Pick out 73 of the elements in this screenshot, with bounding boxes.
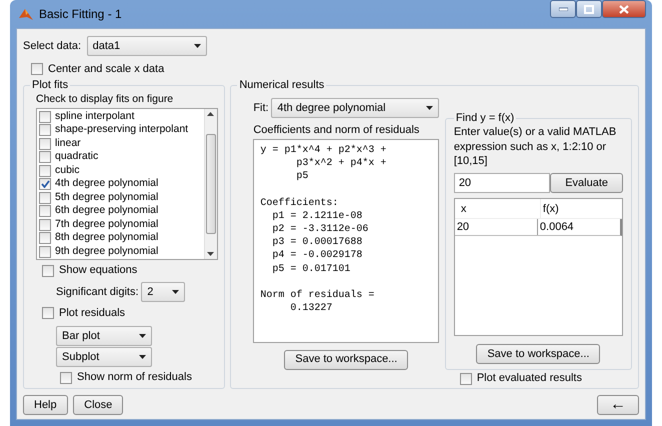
back-button[interactable]: ←	[597, 395, 639, 415]
minimize-icon	[558, 7, 568, 11]
checkbox[interactable]	[39, 218, 51, 231]
hint-text: Enter value(s) or a valid MATLAB expression such as x, 1:2:10 or [10,15]	[454, 125, 618, 168]
results-text: y = p1*x^4 + p2*x^3 + p3*x^2 + p4*x + p5 Coefficients: p1 = 2.1211e-08 p2 = -3.3112e-06 p3 = 0.00017688 p4 = -0.0029178 p5 = 0.017101 Norm of residuals = 0.13227	[253, 138, 440, 343]
scroll-down-icon	[207, 252, 214, 256]
table-cell-text: 20	[456, 220, 470, 236]
checkbox[interactable]	[39, 138, 51, 150]
checkbox[interactable]	[39, 192, 51, 204]
checkbox-label: Show norm of residuals	[77, 370, 192, 386]
maximize-button[interactable]	[576, 0, 602, 18]
checkbox[interactable]	[39, 124, 51, 136]
plot-type-dropdown[interactable]: Bar plot	[56, 326, 152, 346]
x-value-field[interactable]: 20	[454, 173, 550, 194]
checkbox[interactable]	[60, 372, 72, 384]
checkbox[interactable]	[39, 151, 51, 164]
scroll-up-icon	[207, 112, 214, 116]
fit-option: 6th degree polynomial	[55, 203, 158, 220]
scrollbar[interactable]	[204, 108, 217, 260]
data-dropdown[interactable]: data1	[86, 36, 207, 56]
checkbox-label: Plot evaluated results	[476, 371, 582, 386]
select-data-label: Select data:	[23, 38, 82, 54]
layout-dropdown[interactable]: Subplot	[56, 347, 152, 368]
fit-option: shape-preserving interpolant	[55, 122, 188, 138]
checkbox[interactable]	[39, 232, 51, 244]
caret-icon	[139, 355, 146, 360]
caret-icon	[194, 44, 201, 48]
fit-option: 9th degree polynomial	[55, 244, 158, 260]
checkbox-label: Center and scale x data	[48, 62, 164, 77]
caret-icon	[139, 334, 146, 338]
save-to-workspace-button[interactable]: Save to workspace...	[476, 344, 600, 364]
checkbox[interactable]	[42, 264, 54, 277]
window-title: Basic Fitting - 1	[39, 6, 122, 23]
caret-icon	[172, 290, 180, 294]
minimize-button[interactable]	[550, 0, 576, 18]
coefficients-label: Coefficients and norm of residuals	[253, 123, 420, 138]
close-button[interactable]	[602, 0, 646, 18]
close-button[interactable]: Close	[73, 395, 124, 415]
list-hint: Check to display fits on figure	[35, 92, 174, 108]
checkbox-label: Plot residuals	[59, 306, 126, 321]
close-icon	[619, 4, 629, 14]
help-button[interactable]: Help	[23, 395, 68, 415]
fit-option: 7th degree polynomial	[55, 216, 158, 233]
panel-title: Find y = f(x)	[454, 112, 516, 126]
fit-option: 8th degree polynomial	[55, 230, 158, 246]
fit-option: 5th degree polynomial	[55, 190, 158, 206]
checkbox[interactable]	[39, 205, 51, 218]
checkbox[interactable]	[31, 63, 43, 75]
maximize-icon	[584, 4, 594, 14]
fit-option: spline interpolant	[55, 108, 134, 125]
fit-dropdown[interactable]: 4th degree polynomial	[271, 98, 440, 118]
column-header: x	[460, 202, 468, 217]
caret-icon	[426, 106, 434, 110]
checkbox[interactable]	[39, 246, 51, 258]
panel-title: Numerical results	[238, 79, 326, 92]
column-header: f(x)	[540, 199, 622, 218]
fit-option: linear	[55, 136, 81, 152]
checkbox[interactable]	[42, 307, 54, 320]
checkbox[interactable]	[39, 110, 51, 123]
fit-label: Fit:	[253, 100, 269, 116]
checkbox[interactable]	[39, 178, 51, 190]
evaluate-button[interactable]: Evaluate	[550, 173, 623, 194]
table-cell: 0.0064	[536, 219, 620, 236]
checkbox[interactable]	[460, 372, 472, 385]
fit-option: quadratic	[55, 149, 98, 166]
checkbox[interactable]	[39, 164, 51, 177]
checkbox-label: Show equations	[59, 263, 138, 278]
significant-digits-label: Significant digits:	[56, 284, 139, 300]
fit-option: 4th degree polynomial	[55, 176, 158, 192]
digits-dropdown[interactable]: 2	[141, 282, 186, 302]
panel-title: Plot fits	[31, 79, 70, 92]
fit-option: cubic	[55, 162, 80, 179]
save-to-workspace-button[interactable]: Save to workspace...	[284, 350, 408, 370]
